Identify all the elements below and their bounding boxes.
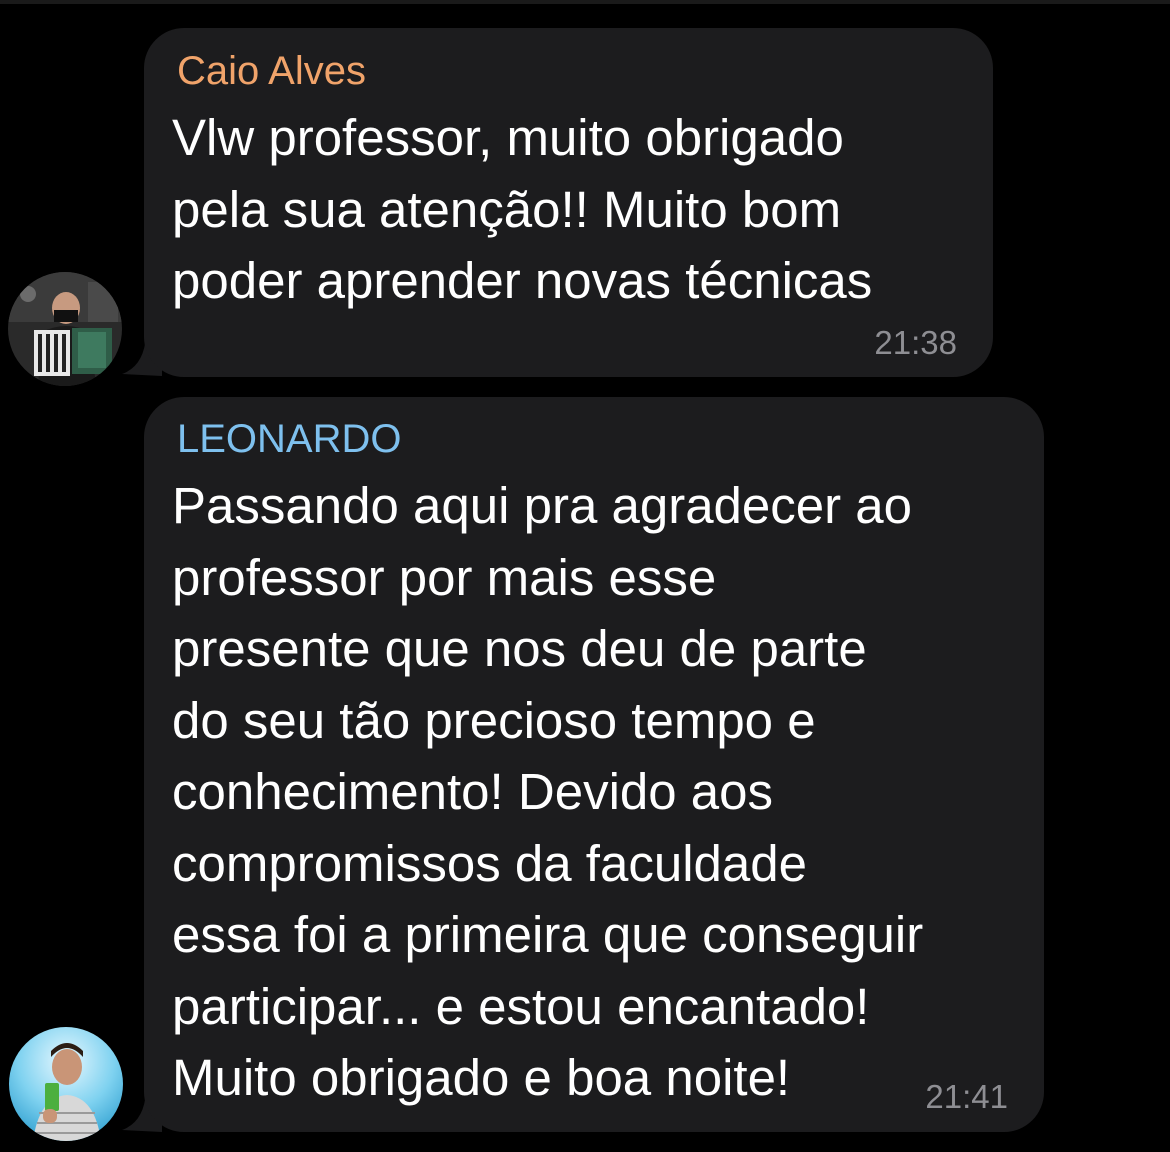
sender-name[interactable]: Caio Alves: [177, 49, 366, 93]
message-bubble[interactable]: Caio Alves Vlw professor, muito obrigado…: [144, 28, 993, 377]
sender-name[interactable]: LEONARDO: [177, 417, 402, 461]
avatar[interactable]: [8, 272, 122, 386]
message-text: Passando aqui pra agradecer ao professor…: [172, 477, 924, 1106]
top-divider: [0, 0, 1170, 4]
message-text: Vlw professor, muito obrigado pela sua a…: [172, 109, 873, 309]
avatar-photo-icon: [9, 1027, 123, 1141]
avatar-photo-icon: [8, 272, 122, 386]
message-time: 21:38: [874, 324, 957, 361]
avatar[interactable]: [9, 1027, 123, 1141]
message-time: 21:41: [925, 1078, 1008, 1115]
message-bubble[interactable]: LEONARDO Passando aqui pra agradecer ao …: [144, 397, 1044, 1132]
